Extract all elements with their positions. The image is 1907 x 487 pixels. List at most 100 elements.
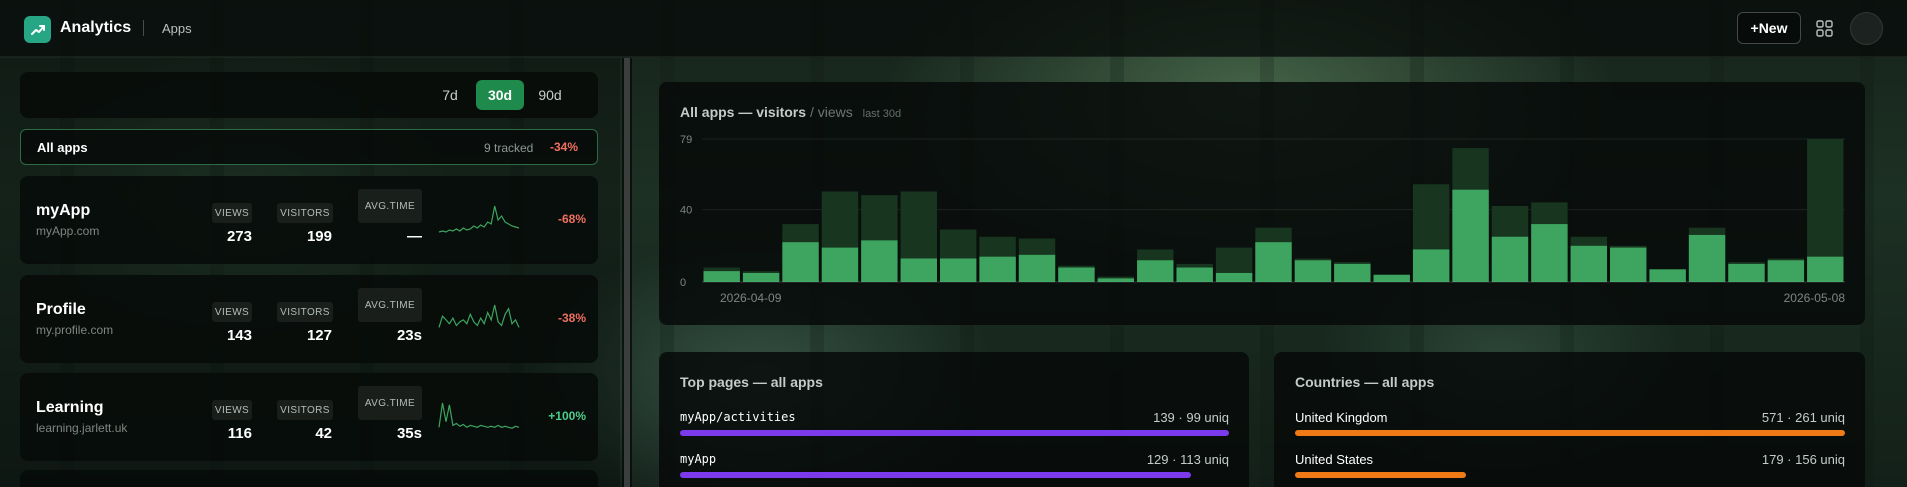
top-bar: Analytics Apps +New bbox=[0, 0, 1907, 57]
avg-time-label-line1: AVG. bbox=[364, 397, 390, 409]
visitors-bar bbox=[1728, 263, 1765, 282]
avatar[interactable] bbox=[1850, 12, 1883, 45]
list-item-value: 129 · 113 uniq bbox=[1146, 452, 1229, 467]
sparkline-line bbox=[438, 304, 520, 328]
visitors-bar bbox=[1097, 278, 1135, 282]
sparkline-line bbox=[438, 402, 520, 429]
y-tick-label: 79 bbox=[680, 134, 692, 146]
visitors-bar bbox=[1215, 272, 1253, 282]
avg-time-value: 23s bbox=[396, 327, 422, 344]
visitors-value: 42 bbox=[315, 425, 332, 442]
visitors-bar bbox=[1491, 236, 1529, 282]
views-value: 143 bbox=[226, 327, 252, 344]
chart-title-secondary: / views bbox=[809, 104, 853, 120]
list-item-value: 571 · 261 uniq bbox=[1761, 410, 1845, 425]
visitors-bar bbox=[1649, 269, 1686, 282]
resize-handle[interactable] bbox=[624, 58, 630, 487]
list-item-value: 139 · 99 uniq bbox=[1153, 410, 1229, 425]
visitors-bar bbox=[1452, 189, 1489, 282]
visitors-bar bbox=[1531, 224, 1568, 282]
all-apps-row[interactable]: All apps 9 tracked -34% bbox=[20, 129, 598, 165]
views-label: VIEWS bbox=[212, 400, 252, 420]
visitors-bar bbox=[1176, 267, 1213, 282]
x-start-label: 2026-04-09 bbox=[720, 291, 782, 305]
app-name: Profile bbox=[36, 301, 86, 318]
range-90d-button[interactable]: 90d bbox=[526, 80, 574, 110]
visitors-bar bbox=[861, 240, 898, 282]
range-7d-button[interactable]: 7d bbox=[426, 80, 474, 110]
visitors-bar bbox=[1334, 263, 1371, 282]
sparkline bbox=[438, 205, 520, 233]
list-bar-fill bbox=[1295, 472, 1466, 478]
brand-title[interactable]: Analytics bbox=[60, 19, 131, 37]
visitors-bar bbox=[1688, 234, 1726, 282]
visitors-bar bbox=[1610, 247, 1647, 282]
avg-time-label-line2: TIME bbox=[389, 397, 416, 409]
views-label: VIEWS bbox=[212, 203, 252, 223]
y-tick-label: 0 bbox=[680, 277, 686, 289]
visitors-bar bbox=[1373, 274, 1410, 282]
app-change: +100% bbox=[548, 409, 586, 423]
sparkline-line bbox=[438, 205, 520, 233]
visitors-bar bbox=[1294, 260, 1332, 282]
app-change: -68% bbox=[557, 212, 586, 226]
app-domain: myApp.com bbox=[36, 224, 100, 238]
visitors-value: 127 bbox=[306, 327, 332, 344]
list-item-label[interactable]: United Kingdom bbox=[1295, 410, 1388, 425]
breadcrumb-separator bbox=[143, 20, 144, 36]
list-bar-track bbox=[680, 472, 1229, 478]
range-30d-button[interactable]: 30d bbox=[476, 80, 524, 110]
all-apps-change: -34% bbox=[550, 140, 579, 154]
avg-time-label: AVG. TIME bbox=[358, 288, 422, 322]
visitors-bar bbox=[900, 258, 937, 282]
sparkline bbox=[438, 304, 520, 328]
range-selector: 7d 30d 90d bbox=[20, 72, 598, 118]
list-item-label[interactable]: myApp/activities bbox=[680, 410, 796, 424]
all-apps-label: All apps bbox=[37, 140, 88, 155]
countries-title: Countries — all apps bbox=[1295, 374, 1435, 390]
visitors-label: VISITORS bbox=[277, 400, 333, 420]
visitors-label: VISITORS bbox=[277, 203, 333, 223]
views-value: 273 bbox=[226, 228, 252, 245]
chart-period: last 30d bbox=[862, 108, 902, 120]
visitors-bar bbox=[1412, 249, 1450, 282]
avg-time-label-line1: AVG. bbox=[364, 299, 390, 311]
app-card[interactable] bbox=[20, 470, 598, 487]
visitors-chart-card: 0 40 79 2026-04-09 2026-05-08 All apps — vis… bbox=[659, 82, 1865, 325]
views-label: VIEWS bbox=[212, 302, 252, 322]
avg-time-label: AVG. TIME bbox=[358, 386, 422, 420]
app-name: myApp bbox=[36, 202, 91, 219]
countries-card: Countries — all apps United Kingdom 571 ·… bbox=[1274, 352, 1865, 487]
list-item-label[interactable]: myApp bbox=[680, 452, 716, 466]
visitors-bar bbox=[1018, 254, 1056, 282]
chart-title-main: All apps — visitors bbox=[680, 104, 807, 120]
app-change: -38% bbox=[557, 311, 586, 325]
avg-time-label-line2: TIME bbox=[389, 299, 416, 311]
app-card[interactable]: myApp myApp.com VIEWS 273 VISITORS 199 A… bbox=[20, 176, 598, 264]
chart-title: All apps — visitors / views last 30d bbox=[680, 104, 901, 120]
visitors-bar bbox=[979, 256, 1016, 282]
visitors-bar bbox=[821, 247, 859, 282]
trend-up-icon[interactable] bbox=[24, 16, 51, 43]
top-pages-card: Top pages — all apps myApp/activities 139… bbox=[659, 352, 1249, 487]
app-card[interactable]: Learning learning.jarlett.uk VIEWS 116 V… bbox=[20, 373, 598, 461]
top-pages-title: Top pages — all apps bbox=[680, 374, 823, 390]
visitors-bar bbox=[782, 242, 819, 282]
grid-icon[interactable] bbox=[1816, 20, 1833, 37]
views-value: 116 bbox=[227, 425, 252, 442]
list-item-value: 179 · 156 uniq bbox=[1761, 452, 1845, 467]
list-bar-track bbox=[680, 430, 1229, 436]
visitors-bar bbox=[1137, 260, 1174, 282]
tracked-count: 9 tracked bbox=[484, 141, 534, 155]
visitors-bar bbox=[1767, 260, 1805, 282]
list-bar-fill bbox=[680, 430, 1229, 436]
new-button[interactable]: +New bbox=[1737, 12, 1801, 44]
list-bar-fill bbox=[1295, 430, 1845, 436]
visitors-bar bbox=[1058, 267, 1095, 282]
avg-time-value: 35s bbox=[396, 425, 422, 442]
breadcrumb[interactable]: Apps bbox=[162, 21, 192, 36]
app-card[interactable]: Profile my.profile.com VIEWS 143 VISITOR… bbox=[20, 275, 598, 363]
visitors-bar bbox=[742, 272, 780, 282]
list-item-label[interactable]: United States bbox=[1295, 452, 1373, 467]
visitors-bar bbox=[1570, 245, 1608, 282]
